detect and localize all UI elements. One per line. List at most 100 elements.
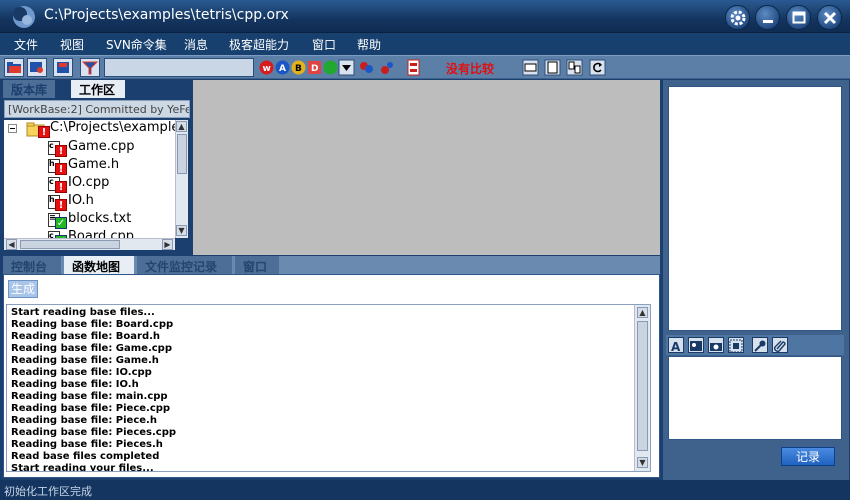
svg-text:A: A (279, 64, 286, 74)
svg-text:D: D (311, 64, 318, 74)
swap-panels-icon[interactable] (566, 59, 583, 76)
status-bar: 初始化工作区完成 (0, 480, 850, 500)
tree-file-label: Game.h (68, 157, 120, 172)
tab-function-map[interactable]: 函数地图 (64, 256, 134, 274)
commit-info: [WorkBase:2] Committed by YeFe... (4, 100, 190, 118)
align-vertical-icon[interactable] (544, 59, 561, 76)
attachment-tool-icon[interactable] (772, 337, 788, 353)
menu-geek-powers[interactable]: 极客超能力 (229, 36, 289, 53)
text-tool-icon[interactable]: A (668, 337, 684, 354)
log-line: Reading base file: Game.cpp (11, 343, 173, 354)
d-badge-icon[interactable]: D (306, 59, 323, 76)
open-folder-button[interactable] (4, 58, 24, 77)
tree-file-label: Game.cpp (68, 139, 135, 154)
log-line: Reading base file: Board.cpp (11, 319, 174, 330)
close-button[interactable] (817, 5, 842, 30)
window-title: C:\Projects\examples\tetris\cpp.orx (44, 7, 289, 23)
log-line: Reading base file: Game.h (11, 355, 159, 366)
scroll-thumb[interactable] (637, 321, 648, 451)
record-button[interactable]: 记录 (781, 447, 835, 466)
align-horizontal-icon[interactable] (522, 59, 539, 76)
b-badge-icon[interactable]: B (290, 59, 307, 76)
compare-status-label: 没有比较 (446, 62, 495, 76)
merge-icon[interactable] (378, 59, 395, 76)
save-button[interactable] (53, 58, 73, 77)
tab-window[interactable]: 窗口 (235, 256, 279, 274)
error-badge-icon: ! (55, 163, 67, 175)
status-message: 初始化工作区完成 (4, 485, 92, 498)
filmstrip-icon[interactable] (405, 59, 422, 76)
menu-window[interactable]: 窗口 (312, 36, 336, 53)
title-bar: C:\Projects\examples\tetris\cpp.orx (0, 0, 850, 33)
image-tool-icon[interactable] (688, 337, 704, 353)
refresh-icon[interactable] (589, 59, 606, 76)
scroll-thumb[interactable] (20, 240, 120, 249)
tab-repository[interactable]: 版本库 (3, 80, 56, 98)
green-badge-icon[interactable] (322, 59, 339, 76)
collapse-icon[interactable] (8, 124, 17, 133)
pin-tool-icon[interactable] (752, 337, 768, 353)
compare-icon[interactable] (358, 59, 375, 76)
scroll-down-icon[interactable]: ▼ (637, 457, 648, 468)
tree-root-label: C:\Projects\examples (50, 120, 175, 135)
toolbar-search-field[interactable] (104, 58, 254, 77)
screenshot-tool-icon[interactable] (728, 337, 744, 353)
log-line: Reading base file: IO.cpp (11, 367, 152, 378)
gear-icon (730, 10, 746, 26)
error-badge-icon: ! (55, 181, 67, 193)
menu-view[interactable]: 视图 (60, 36, 84, 53)
w-badge-icon[interactable]: w (258, 59, 275, 76)
tab-workspace[interactable]: 工作区 (71, 80, 125, 98)
scroll-thumb[interactable] (177, 134, 187, 174)
settings-button[interactable] (725, 5, 750, 30)
log-line: Start reading base files... (11, 307, 155, 318)
tree-file-label: IO.h (68, 193, 94, 208)
scroll-up-icon[interactable]: ▲ (637, 307, 648, 318)
log-line: Reading base file: Piece.cpp (11, 403, 171, 414)
menu-file[interactable]: 文件 (14, 36, 38, 53)
menu-messages[interactable]: 消息 (184, 36, 208, 53)
error-badge-icon: ! (55, 199, 67, 211)
bottom-panel-tabs: 控制台 函数地图 文件监控记录 窗口 (3, 256, 660, 274)
browse-button[interactable] (27, 58, 47, 77)
error-badge-icon: ! (38, 126, 50, 138)
log-line: Reading base file: IO.h (11, 379, 139, 390)
log-vertical-scrollbar[interactable]: ▲ ▼ (634, 305, 650, 471)
log-line: Reading base file: Board.h (11, 331, 161, 342)
menu-bar: 文件 视图 SVN命令集 消息 极客超能力 窗口 帮助 (0, 33, 850, 55)
scroll-left-icon[interactable]: ◀ (6, 239, 17, 250)
scroll-down-icon[interactable]: ▼ (176, 225, 187, 236)
menu-svn[interactable]: SVN命令集 (106, 36, 167, 53)
dropdown-arrow-icon[interactable] (338, 59, 355, 76)
scroll-right-icon[interactable]: ▶ (162, 239, 173, 250)
camera-tool-icon[interactable] (708, 337, 724, 353)
ok-badge-icon: ✓ (55, 217, 67, 229)
compare-view (193, 80, 660, 255)
tab-file-monitor[interactable]: 文件监控记录 (137, 256, 232, 274)
tab-console[interactable]: 控制台 (3, 256, 61, 274)
tree-file-label: blocks.txt (68, 211, 132, 226)
maximize-button[interactable] (786, 5, 811, 30)
log-line: Reading base file: main.cpp (11, 391, 168, 402)
tree-horizontal-scrollbar[interactable]: ◀ ▶ (4, 238, 175, 250)
minimize-icon (763, 20, 773, 23)
minimize-button[interactable] (755, 5, 780, 30)
tree-vertical-scrollbar[interactable]: ▲ ▼ (175, 120, 188, 238)
svg-text:B: B (295, 64, 302, 74)
log-line: Reading base file: Piece.h (11, 415, 157, 426)
svg-text:A: A (671, 340, 681, 353)
scroll-up-icon[interactable]: ▲ (176, 121, 187, 132)
tree-file-label: IO.cpp (68, 175, 110, 190)
note-input[interactable] (668, 356, 842, 440)
filter-icon (81, 61, 99, 75)
generate-button[interactable]: 生成 (8, 280, 38, 298)
preview-pane (668, 86, 842, 331)
browse-icon (30, 62, 43, 73)
menu-help[interactable]: 帮助 (357, 36, 381, 53)
annotation-toolbar: A (666, 335, 844, 355)
folder-icon (7, 62, 21, 73)
a-badge-icon[interactable]: A (274, 59, 291, 76)
filter-button[interactable] (80, 58, 100, 77)
log-line: Reading base file: Pieces.h (11, 439, 163, 450)
left-panel-tabs: 版本库 工作区 (3, 80, 191, 98)
